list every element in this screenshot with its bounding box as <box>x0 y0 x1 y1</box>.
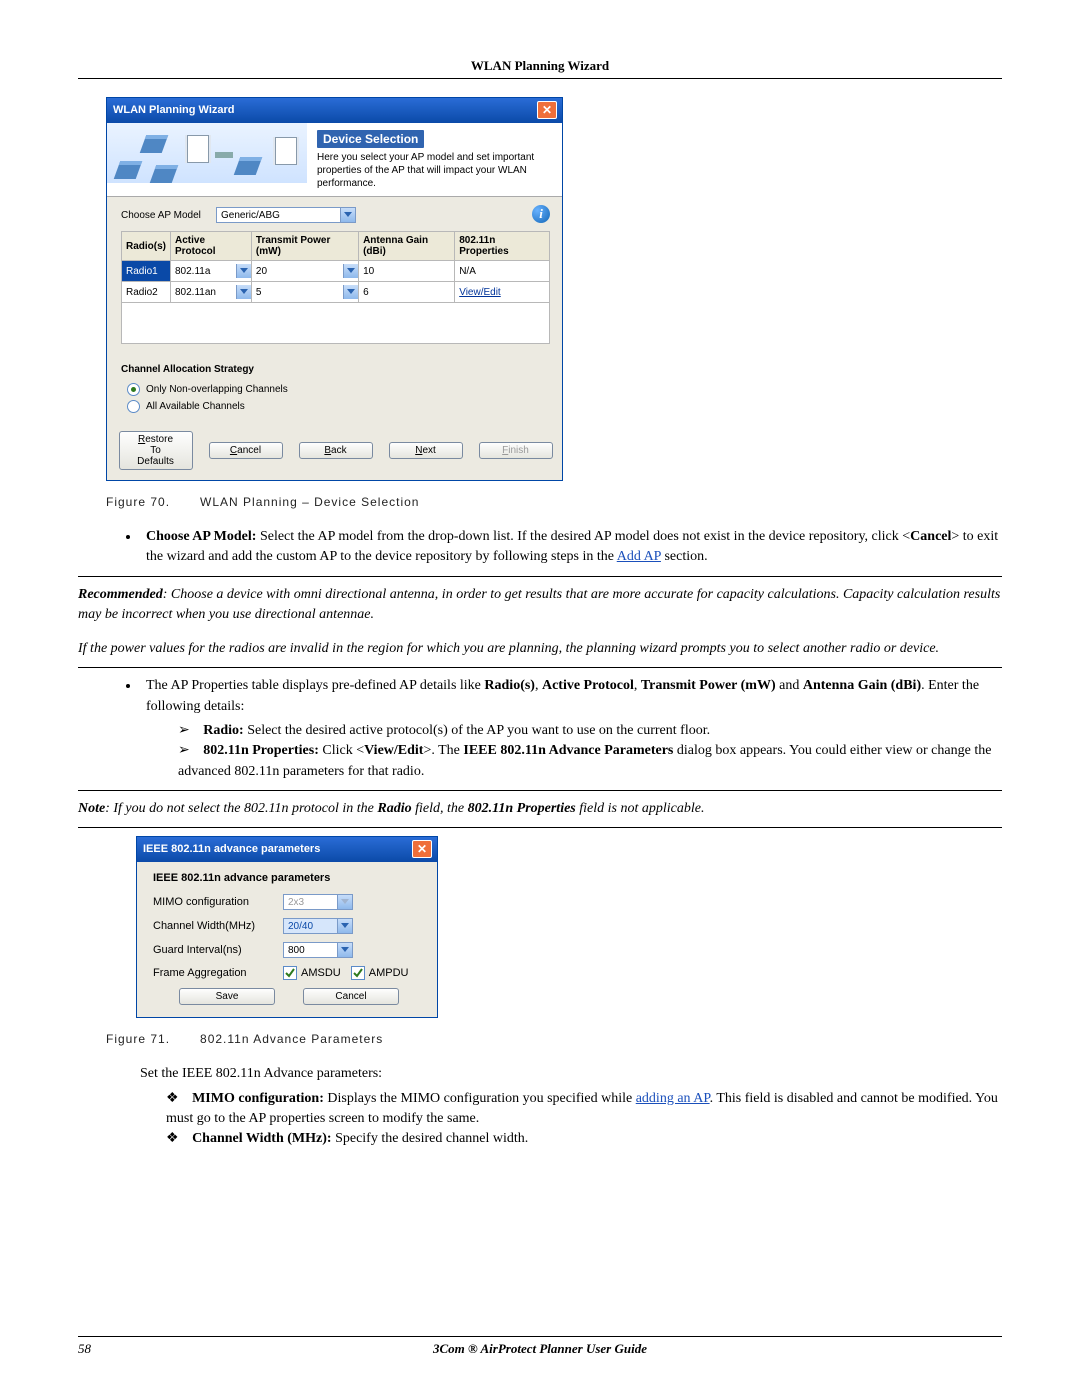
power-note: If the power values for the radios are i… <box>78 639 1002 659</box>
close-icon[interactable]: ✕ <box>537 101 557 119</box>
back-button[interactable]: Back <box>299 442 373 459</box>
cell-radio: Radio2 <box>122 282 171 303</box>
guard-value: 800 <box>288 945 305 956</box>
page-header: WLAN Planning Wizard <box>78 58 1002 79</box>
cell-power-value: 20 <box>256 266 267 277</box>
chevron-down-icon <box>236 264 251 278</box>
close-icon[interactable]: ✕ <box>412 840 432 858</box>
frameagg-label: Frame Aggregation <box>153 967 283 979</box>
title-bar: WLAN Planning Wizard ✕ <box>107 98 562 123</box>
cell-protocol-value: 802.11an <box>175 287 216 298</box>
chevron-down-icon <box>340 208 355 222</box>
dialog-heading: IEEE 802.11n advance parameters <box>153 872 425 884</box>
banner-heading: Device Selection <box>317 130 424 148</box>
mimo-label: MIMO configuration <box>153 896 283 908</box>
cancel-button[interactable]: Cancel <box>303 988 399 1005</box>
window-title: WLAN Planning Wizard <box>113 104 235 116</box>
radio-all[interactable]: All Available Channels <box>121 398 550 415</box>
dialog-title: IEEE 802.11n advance parameters <box>143 843 320 855</box>
doc-diamond-bullet: Channel Width (MHz): Specify the desired… <box>166 1129 1002 1149</box>
cell-power[interactable]: 5 <box>251 282 358 303</box>
radio-nonoverlap[interactable]: Only Non-overlapping Channels <box>121 381 550 398</box>
wlan-wizard-window: WLAN Planning Wizard ✕ Device Selection … <box>106 97 563 481</box>
ap-properties-table: Radio(s) Active Protocol Transmit Power … <box>121 231 550 303</box>
col-power: Transmit Power (mW) <box>251 232 358 261</box>
choose-ap-select[interactable]: Generic/ABG <box>216 207 356 223</box>
banner-desc: Here you select your AP model and set im… <box>317 151 552 190</box>
cell-power[interactable]: 20 <box>251 261 358 282</box>
cell-protocol[interactable]: 802.11a <box>171 261 252 282</box>
view-edit-link[interactable]: View/Edit <box>455 282 550 303</box>
radio-label: Only Non-overlapping Channels <box>146 384 288 395</box>
note-block: Note: If you do not select the 802.11n p… <box>78 799 1002 819</box>
recommended-note: Recommended: Choose a device with omni d… <box>78 585 1002 626</box>
ampdu-checkbox[interactable] <box>351 966 365 980</box>
mimo-select: 2x3 <box>283 894 353 910</box>
mimo-value: 2x3 <box>288 897 304 908</box>
info-icon[interactable]: i <box>532 205 550 223</box>
guard-select[interactable]: 800 <box>283 942 353 958</box>
radio-label: All Available Channels <box>146 401 245 412</box>
cell-protocol[interactable]: 802.11an <box>171 282 252 303</box>
ieee80211n-dialog: IEEE 802.11n advance parameters ✕ IEEE 8… <box>136 836 438 1018</box>
chwidth-select[interactable]: 20/40 <box>283 918 353 934</box>
restore-button[interactable]: Restore To Defaults <box>119 431 193 470</box>
wizard-banner: Device Selection Here you select your AP… <box>107 123 562 197</box>
adding-ap-link[interactable]: adding an AP <box>636 1091 710 1106</box>
amsdu-checkbox[interactable] <box>283 966 297 980</box>
page-number: 58 <box>78 1341 91 1357</box>
finish-button: Finish <box>479 442 553 459</box>
doc-sub-bullet: Radio: Select the desired active protoco… <box>172 721 1002 741</box>
next-button[interactable]: Next <box>389 442 463 459</box>
chevron-down-icon <box>337 895 352 909</box>
guard-label: Guard Interval(ns) <box>153 944 283 956</box>
banner-graphic <box>107 123 307 183</box>
chwidth-value: 20/40 <box>288 921 313 932</box>
chevron-down-icon <box>337 943 352 957</box>
figure-70-caption: Figure 70.WLAN Planning – Device Selecti… <box>106 495 1002 509</box>
chevron-down-icon <box>337 919 352 933</box>
cell-gain[interactable]: 10 <box>359 261 455 282</box>
col-gain: Antenna Gain (dBi) <box>359 232 455 261</box>
chevron-down-icon <box>343 285 358 299</box>
doc-sub-bullet: 802.11n Properties: Click <View/Edit>. T… <box>172 741 1002 782</box>
footer-text: 3Com ® AirProtect Planner User Guide <box>433 1341 647 1356</box>
add-ap-link[interactable]: Add AP <box>617 549 661 564</box>
amsdu-label: AMSDU <box>301 967 341 979</box>
doc-bullet: The AP Properties table displays pre-def… <box>140 676 1002 781</box>
ampdu-label: AMPDU <box>369 967 409 979</box>
cell-radio: Radio1 <box>122 261 171 282</box>
doc-diamond-bullet: MIMO configuration: Displays the MIMO co… <box>166 1089 1002 1130</box>
channel-strategy-title: Channel Allocation Strategy <box>121 364 550 375</box>
save-button[interactable]: Save <box>179 988 275 1005</box>
choose-ap-label: Choose AP Model <box>121 210 206 221</box>
figure-71-caption: Figure 71.802.11n Advance Parameters <box>106 1032 1002 1046</box>
cell-nprops: N/A <box>455 261 550 282</box>
set-params-line: Set the IEEE 802.11n Advance parameters: <box>140 1064 1002 1084</box>
cell-gain[interactable]: 6 <box>359 282 455 303</box>
radio-icon <box>127 400 140 413</box>
chevron-down-icon <box>236 285 251 299</box>
col-nprops: 802.11n Properties <box>455 232 550 261</box>
col-protocol: Active Protocol <box>171 232 252 261</box>
col-radio: Radio(s) <box>122 232 171 261</box>
cell-protocol-value: 802.11a <box>175 266 210 277</box>
table-row[interactable]: Radio2 802.11an 5 6 View/E <box>122 282 550 303</box>
chwidth-label: Channel Width(MHz) <box>153 920 283 932</box>
cell-power-value: 5 <box>256 287 262 298</box>
radio-icon <box>127 383 140 396</box>
doc-bullet: Choose AP Model: Select the AP model fro… <box>140 527 1002 568</box>
chevron-down-icon <box>343 264 358 278</box>
choose-ap-value: Generic/ABG <box>221 210 280 221</box>
table-row[interactable]: Radio1 802.11a 20 10 N/A <box>122 261 550 282</box>
cancel-button[interactable]: Cancel <box>209 442 283 459</box>
